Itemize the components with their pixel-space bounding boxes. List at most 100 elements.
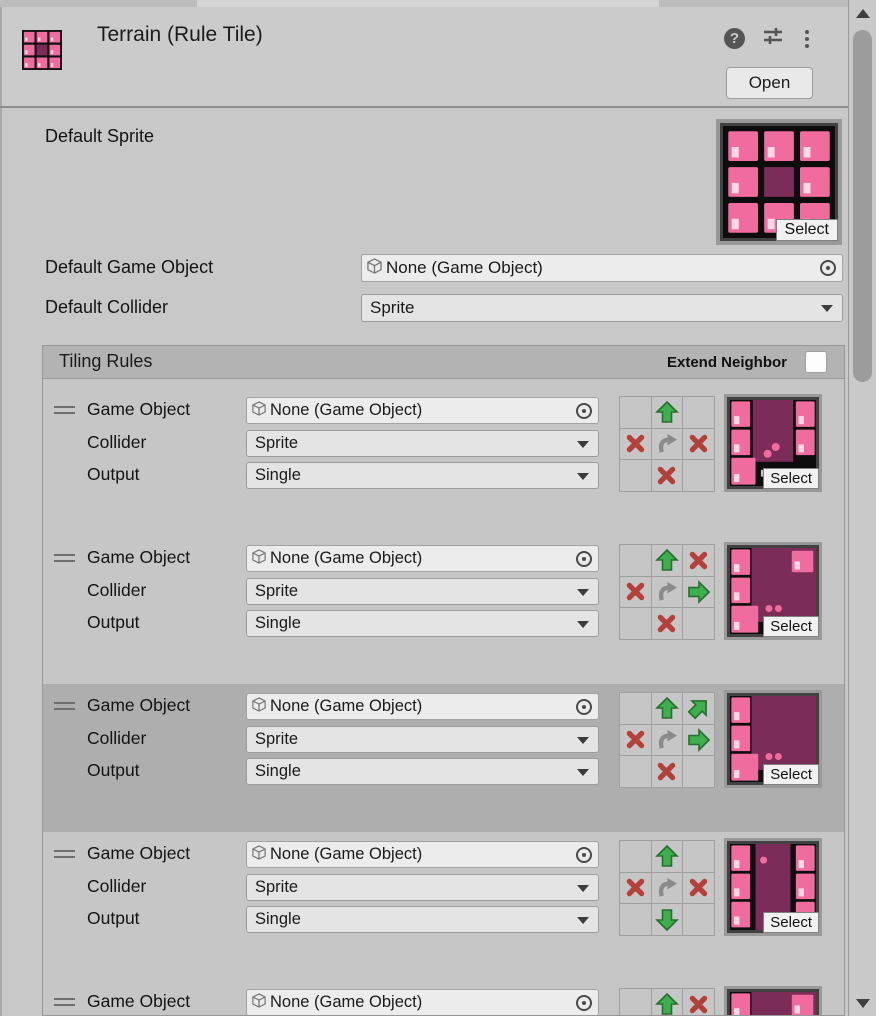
object-picker-icon[interactable]	[576, 699, 592, 715]
empty-neighbor-cell[interactable]	[620, 989, 651, 1016]
arrow-up-icon[interactable]	[652, 545, 683, 576]
object-picker-icon[interactable]	[576, 995, 592, 1011]
xmark-icon[interactable]	[620, 429, 651, 460]
rule-collider-dropdown[interactable]: Sprite	[246, 430, 599, 457]
collider-label: Collider	[87, 432, 146, 453]
cube-icon	[252, 549, 266, 569]
scroll-down-icon[interactable]	[856, 999, 870, 1008]
drag-handle[interactable]	[54, 850, 75, 860]
rotate-icon[interactable]	[652, 873, 683, 904]
default-sprite-label: Default Sprite	[45, 126, 154, 147]
arrow-right-icon[interactable]	[683, 577, 714, 608]
collider-label: Collider	[87, 876, 146, 897]
rule-sprite-preview[interactable]: Select	[724, 690, 822, 788]
rule-sprite-preview[interactable]: Select	[724, 838, 822, 936]
rule-collider-dropdown[interactable]: Sprite	[246, 726, 599, 753]
default-collider-dropdown[interactable]: Sprite	[361, 294, 843, 322]
rule-output-dropdown[interactable]: Single	[246, 906, 599, 933]
xmark-icon[interactable]	[683, 873, 714, 904]
empty-neighbor-cell[interactable]	[683, 756, 714, 787]
chevron-down-icon	[577, 885, 589, 892]
empty-neighbor-cell[interactable]	[620, 904, 651, 935]
default-game-object-field[interactable]: None (Game Object)	[361, 254, 843, 282]
rule-collider-dropdown[interactable]: Sprite	[246, 578, 599, 605]
rule-game-object-field[interactable]: None (Game Object)	[246, 841, 599, 868]
vertical-scrollbar[interactable]	[848, 0, 876, 1016]
inspector-header: Terrain (Rule Tile) ? Open	[0, 7, 848, 107]
rule-output-dropdown[interactable]: Single	[246, 758, 599, 785]
scroll-up-icon[interactable]	[856, 9, 870, 18]
asset-title: Terrain (Rule Tile)	[97, 23, 263, 47]
empty-neighbor-cell[interactable]	[620, 397, 651, 428]
scrollbar-thumb[interactable]	[853, 30, 872, 382]
arrow-upright-icon[interactable]	[683, 693, 714, 724]
empty-neighbor-cell[interactable]	[683, 608, 714, 639]
rule-sprite-select-button[interactable]: Select	[763, 616, 819, 637]
xmark-icon[interactable]	[652, 608, 683, 639]
tiling-rule-row: Game Object Collider Output None (Game O…	[43, 388, 844, 536]
rule-sprite-preview[interactable]: Select	[724, 542, 822, 640]
default-collider-label: Default Collider	[45, 297, 168, 318]
empty-neighbor-cell[interactable]	[683, 904, 714, 935]
drag-handle[interactable]	[54, 406, 75, 416]
empty-neighbor-cell[interactable]	[683, 460, 714, 491]
default-sprite-preview[interactable]: Select	[716, 119, 842, 245]
xmark-icon[interactable]	[683, 989, 714, 1016]
object-picker-icon[interactable]	[576, 403, 592, 419]
arrow-up-icon[interactable]	[652, 989, 683, 1016]
rule-game-object-field[interactable]: None (Game Object)	[246, 397, 599, 424]
xmark-icon[interactable]	[620, 725, 651, 756]
rotate-icon[interactable]	[652, 429, 683, 460]
default-sprite-select-button[interactable]: Select	[776, 219, 838, 241]
arrow-right-icon[interactable]	[683, 725, 714, 756]
xmark-icon[interactable]	[652, 756, 683, 787]
arrow-up-icon[interactable]	[652, 841, 683, 872]
object-picker-icon[interactable]	[576, 847, 592, 863]
xmark-icon[interactable]	[652, 460, 683, 491]
arrow-up-icon[interactable]	[652, 693, 683, 724]
extend-neighbor-checkbox[interactable]	[805, 351, 827, 373]
game-object-label: Game Object	[87, 547, 190, 568]
tiling-rules-box: Tiling Rules Extend Neighbor Game Object…	[42, 345, 845, 1016]
rule-game-object-field[interactable]: None (Game Object)	[246, 989, 599, 1016]
empty-neighbor-cell[interactable]	[620, 841, 651, 872]
neighbor-rule-grid	[619, 988, 715, 1016]
drag-handle[interactable]	[54, 998, 75, 1008]
arrow-down-icon[interactable]	[652, 904, 683, 935]
open-button[interactable]: Open	[726, 67, 813, 99]
rule-sprite-preview[interactable]: Select	[724, 986, 822, 1016]
xmark-icon[interactable]	[620, 577, 651, 608]
rule-sprite-select-button[interactable]: Select	[763, 468, 819, 489]
empty-neighbor-cell[interactable]	[620, 756, 651, 787]
object-picker-icon[interactable]	[820, 260, 836, 276]
rule-sprite-select-button[interactable]: Select	[763, 912, 819, 933]
rotate-icon[interactable]	[652, 577, 683, 608]
tiling-rule-row: Game Object Collider Output None (Game O…	[43, 536, 844, 684]
empty-neighbor-cell[interactable]	[620, 693, 651, 724]
arrow-up-icon[interactable]	[652, 397, 683, 428]
xmark-icon[interactable]	[683, 429, 714, 460]
empty-neighbor-cell[interactable]	[620, 608, 651, 639]
rule-game-object-field[interactable]: None (Game Object)	[246, 693, 599, 720]
rule-sprite-preview[interactable]: Select	[724, 394, 822, 492]
empty-neighbor-cell[interactable]	[620, 460, 651, 491]
empty-neighbor-cell[interactable]	[620, 545, 651, 576]
rule-sprite-select-button[interactable]: Select	[763, 764, 819, 785]
help-icon[interactable]: ?	[724, 28, 745, 49]
xmark-icon[interactable]	[683, 545, 714, 576]
cube-icon	[252, 993, 266, 1013]
empty-neighbor-cell[interactable]	[683, 397, 714, 428]
rule-game-object-field[interactable]: None (Game Object)	[246, 545, 599, 572]
rule-collider-value: Sprite	[255, 434, 298, 453]
empty-neighbor-cell[interactable]	[683, 841, 714, 872]
rule-output-dropdown[interactable]: Single	[246, 610, 599, 637]
rule-output-dropdown[interactable]: Single	[246, 462, 599, 489]
kebab-menu-icon[interactable]	[801, 29, 813, 49]
rotate-icon[interactable]	[652, 725, 683, 756]
drag-handle[interactable]	[54, 554, 75, 564]
object-picker-icon[interactable]	[576, 551, 592, 567]
rule-collider-dropdown[interactable]: Sprite	[246, 874, 599, 901]
drag-handle[interactable]	[54, 702, 75, 712]
presets-icon[interactable]	[762, 25, 784, 52]
xmark-icon[interactable]	[620, 873, 651, 904]
